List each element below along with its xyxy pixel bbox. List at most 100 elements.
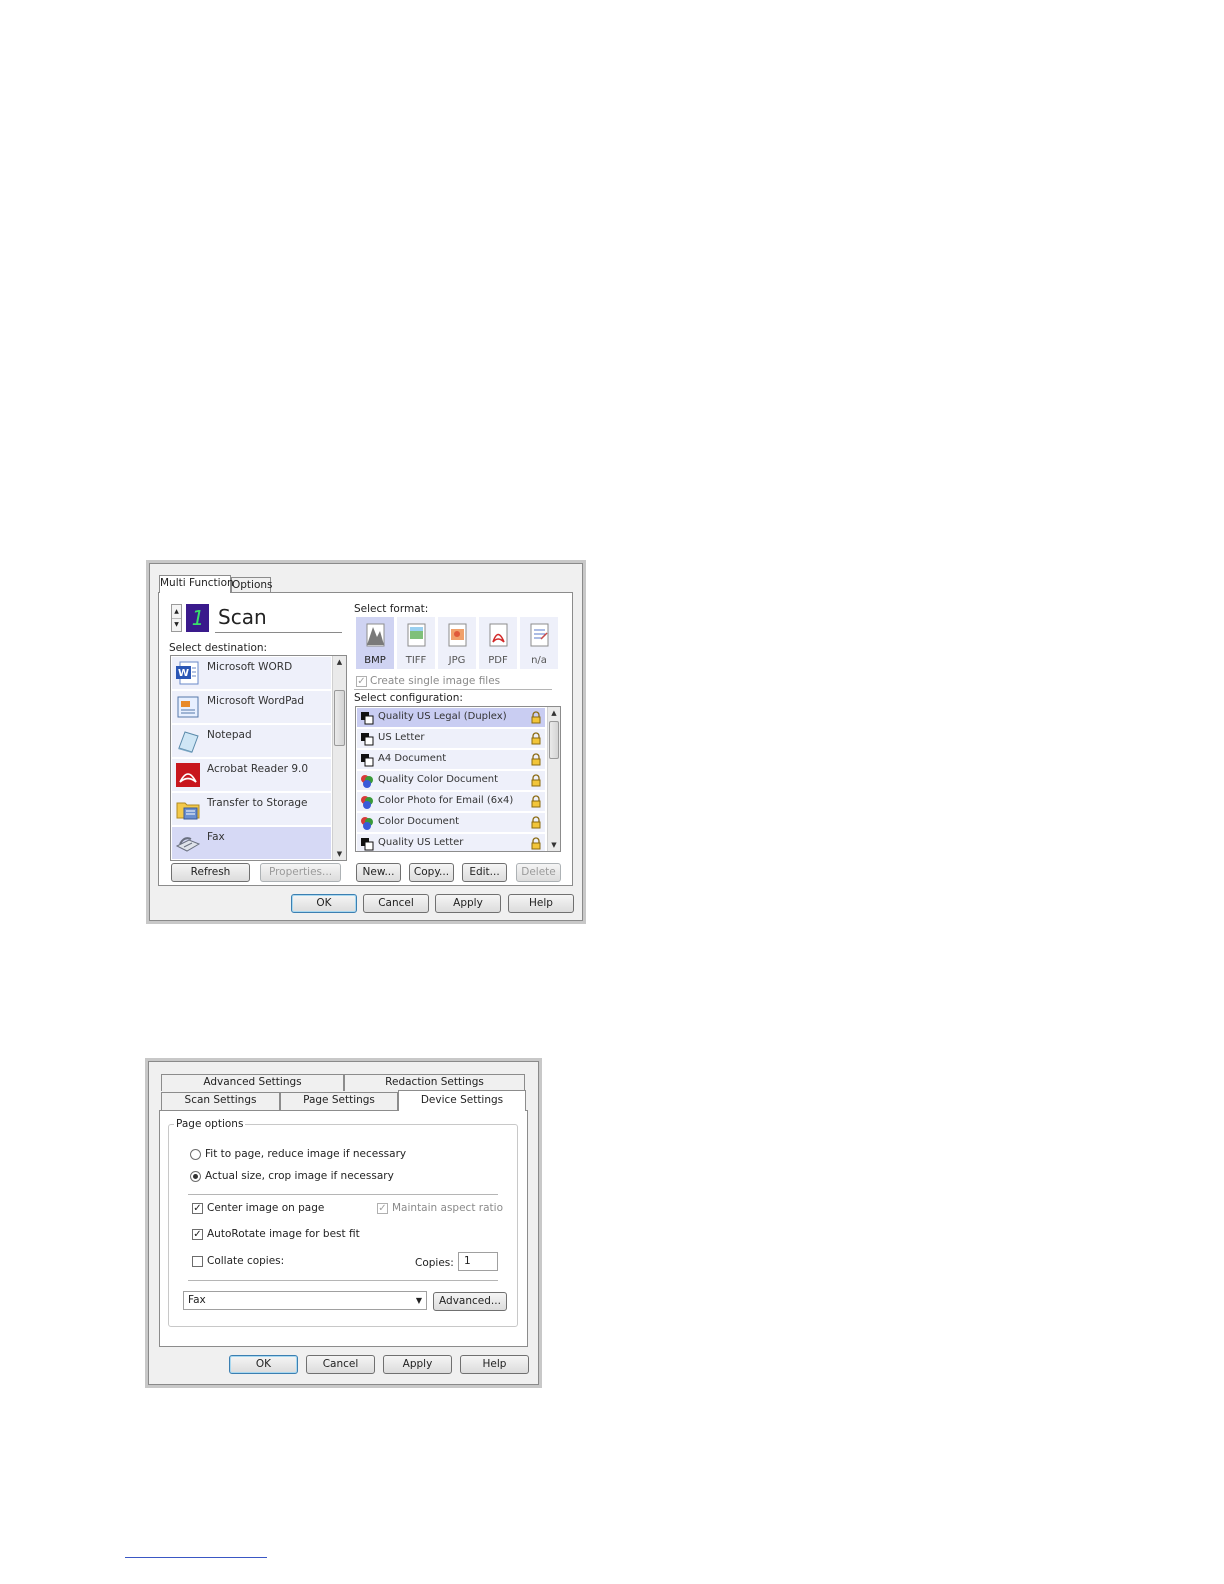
mode-title: Scan [218,605,267,629]
spinner-up-icon[interactable]: ▲ [172,605,181,619]
scroll-thumb[interactable] [549,721,559,759]
config-label: Quality US Letter [378,837,464,848]
destination-label: Fax [207,831,225,843]
list-item[interactable]: Color Document [357,813,545,833]
properties-button[interactable]: Properties... [260,863,341,882]
format-label: TIFF [405,655,427,666]
list-item[interactable]: Fax [172,827,331,860]
destination-list[interactable]: W Microsoft WORD Microsoft WordPad Notep… [170,655,347,861]
actual-size-label: Actual size, crop image if necessary [205,1170,394,1182]
device-select[interactable]: Fax ▼ [183,1291,427,1310]
format-bmp[interactable]: BMP [356,617,394,669]
maintain-aspect-checkbox[interactable]: ✓ [377,1203,388,1214]
edit-configuration-button[interactable]: Edit... [462,863,507,882]
list-item[interactable]: Transfer to Storage [172,793,331,826]
lock-icon [531,816,541,829]
tab-options[interactable]: Options [231,577,273,593]
list-item[interactable]: Color Photo for Email (6x4) [357,792,545,812]
mode-spinner[interactable]: ▲ ▼ [171,604,182,632]
list-item[interactable]: Quality Color Document [357,771,545,791]
copies-label: Copies: [415,1257,454,1269]
tab-scan-settings[interactable]: Scan Settings [161,1092,280,1110]
create-single-label: Create single image files [370,675,501,687]
actual-size-radio[interactable] [190,1171,201,1182]
tab-advanced-settings[interactable]: Advanced Settings [161,1074,344,1091]
destination-label: Acrobat Reader 9.0 [207,763,309,775]
fit-to-page-label: Fit to page, reduce image if necessary [205,1148,407,1160]
destination-scrollbar[interactable]: ▲ ▼ [332,656,346,860]
center-image-checkbox[interactable]: ✓ [192,1203,203,1214]
tab-redaction-settings[interactable]: Redaction Settings [344,1074,525,1091]
list-item[interactable]: A4 Document [357,750,545,770]
list-item[interactable]: Acrobat Reader 9.0 [172,759,331,792]
format-na[interactable]: n/a [520,617,558,669]
list-item[interactable]: Notepad [172,725,331,758]
fit-to-page-radio[interactable] [190,1149,201,1160]
maintain-aspect-label: Maintain aspect ratio [392,1202,503,1214]
bw-config-icon [361,754,374,767]
config-label: Quality US Legal (Duplex) [378,711,507,722]
format-pdf[interactable]: PDF [479,617,517,669]
list-item[interactable]: US Letter [357,729,545,749]
chevron-down-icon: ▼ [415,1296,422,1305]
destination-label: Notepad [207,729,252,741]
storage-icon [176,802,200,820]
multi-function-pane: ▲ ▼ 1 Scan Select destination: W Microso… [158,592,573,886]
color-config-icon [361,817,373,830]
format-tiff[interactable]: TIFF [397,617,435,669]
tab-page-settings[interactable]: Page Settings [280,1092,398,1110]
apply-button[interactable]: Apply [383,1355,452,1374]
fax-icon [175,837,201,852]
list-item[interactable]: Quality US Legal (Duplex) [357,708,545,728]
autorotate-checkbox[interactable]: ✓ [192,1229,203,1240]
refresh-button[interactable]: Refresh [171,863,250,882]
list-item[interactable]: Microsoft WordPad [172,691,331,724]
select-format-label: Select format: [354,603,429,615]
copy-configuration-button[interactable]: Copy... [409,863,454,882]
color-config-icon [361,796,373,809]
scroll-down-icon[interactable]: ▼ [548,839,560,851]
new-configuration-button[interactable]: New... [356,863,401,882]
wordpad-icon [177,696,199,718]
options-divider-bottom [188,1280,498,1281]
tab-multi-function[interactable]: Multi Function [159,575,234,593]
help-button[interactable]: Help [508,894,574,913]
config-label: Quality Color Document [378,774,499,785]
spinner-down-icon[interactable]: ▼ [172,618,181,631]
acrobat-icon [176,763,200,787]
copies-input[interactable]: 1 [458,1252,498,1271]
lock-icon [531,732,541,745]
svg-text:W: W [178,668,189,679]
scroll-up-icon[interactable]: ▲ [548,707,560,719]
ok-button[interactable]: OK [291,894,357,913]
delete-configuration-button[interactable]: Delete [516,863,561,882]
scroll-up-icon[interactable]: ▲ [333,656,346,668]
help-button[interactable]: Help [460,1355,529,1374]
format-jpg[interactable]: JPG [438,617,476,669]
bmp-format-icon [366,623,385,647]
tab-device-settings[interactable]: Device Settings [398,1090,526,1111]
config-label: Color Document [378,816,460,827]
create-single-checkbox[interactable]: ✓ [356,676,367,687]
select-destination-label: Select destination: [169,642,268,654]
bw-config-icon [361,733,374,746]
cancel-button[interactable]: Cancel [306,1355,375,1374]
list-item[interactable]: Quality US Letter [357,834,545,851]
collate-checkbox[interactable] [192,1256,203,1267]
device-settings-dialog: Advanced Settings Redaction Settings Sca… [145,1058,542,1388]
cancel-button[interactable]: Cancel [363,894,429,913]
apply-button[interactable]: Apply [435,894,501,913]
notepad-icon [178,731,199,753]
select-configuration-label: Select configuration: [354,692,463,704]
text-format-icon [530,623,549,647]
autorotate-label: AutoRotate image for best fit [207,1228,360,1240]
lock-icon [531,711,541,724]
configuration-list[interactable]: Quality US Legal (Duplex) US Letter A4 D… [355,706,561,852]
list-item[interactable]: W Microsoft WORD [172,657,331,690]
configuration-scrollbar[interactable]: ▲ ▼ [547,707,560,851]
scroll-thumb[interactable] [334,690,345,746]
scroll-down-icon[interactable]: ▼ [333,848,346,860]
ok-button[interactable]: OK [229,1355,298,1374]
destination-label: Microsoft WORD [207,661,293,673]
advanced-button[interactable]: Advanced... [433,1292,507,1311]
